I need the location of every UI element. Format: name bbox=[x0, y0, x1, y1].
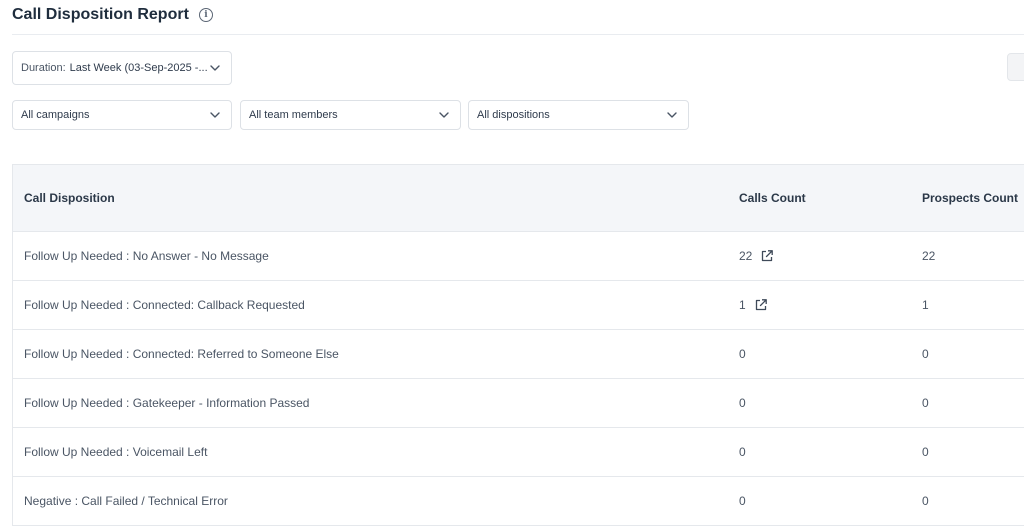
disposition-table: Call Disposition Calls Count Prospects C… bbox=[12, 164, 1024, 526]
table-body: Follow Up Needed : No Answer - No Messag… bbox=[13, 232, 1024, 526]
chevron-down-icon bbox=[209, 62, 221, 74]
table-header: Call Disposition Calls Count Prospects C… bbox=[13, 165, 1024, 232]
row-calls-count: 0 bbox=[739, 445, 746, 459]
row-prospects-count: 1 bbox=[922, 298, 929, 312]
row-calls-cell: 1 bbox=[739, 298, 768, 312]
team-members-dropdown[interactable]: All team members bbox=[240, 100, 461, 130]
row-disposition: Follow Up Needed : Voicemail Left bbox=[24, 445, 208, 459]
table-row: Follow Up Needed : Connected: Referred t… bbox=[13, 330, 1024, 379]
row-calls-count: 0 bbox=[739, 347, 746, 361]
export-button[interactable] bbox=[1007, 53, 1024, 81]
chevron-down-icon bbox=[666, 109, 678, 121]
row-disposition: Follow Up Needed : Gatekeeper - Informat… bbox=[24, 396, 310, 410]
row-prospects-count: 22 bbox=[922, 249, 936, 263]
team-members-value: All team members bbox=[249, 109, 338, 121]
campaigns-value: All campaigns bbox=[21, 109, 90, 121]
row-prospects-count: 0 bbox=[922, 494, 929, 508]
external-link-icon[interactable] bbox=[760, 249, 774, 263]
row-calls-cell: 0 bbox=[739, 347, 746, 361]
info-circle-icon[interactable]: i bbox=[198, 8, 213, 22]
row-calls-count: 1 bbox=[739, 298, 746, 312]
row-calls-cell: 0 bbox=[739, 445, 746, 459]
page-title: Call Disposition Report bbox=[12, 6, 189, 23]
external-link-icon[interactable] bbox=[754, 298, 768, 312]
duration-dropdown[interactable]: Duration: Last Week (03-Sep-2025 -... bbox=[12, 51, 232, 85]
row-calls-count: 0 bbox=[739, 396, 746, 410]
table-row: Follow Up Needed : Gatekeeper - Informat… bbox=[13, 379, 1024, 428]
table-row: Follow Up Needed : Voicemail Left 0 0 bbox=[13, 428, 1024, 477]
row-prospects-count: 0 bbox=[922, 396, 929, 410]
row-disposition: Negative : Call Failed / Technical Error bbox=[24, 494, 228, 508]
row-disposition: Follow Up Needed : Connected: Callback R… bbox=[24, 298, 305, 312]
duration-value: Last Week (03-Sep-2025 -... bbox=[69, 62, 208, 74]
row-calls-count: 22 bbox=[739, 249, 753, 263]
row-calls-cell: 0 bbox=[739, 396, 746, 410]
table-row: Follow Up Needed : No Answer - No Messag… bbox=[13, 232, 1024, 281]
table-row: Follow Up Needed : Connected: Callback R… bbox=[13, 281, 1024, 330]
dispositions-dropdown[interactable]: All dispositions bbox=[468, 100, 689, 130]
page: Call Disposition Report i Duration: Last… bbox=[0, 0, 1024, 529]
table-row: Negative : Call Failed / Technical Error… bbox=[13, 477, 1024, 526]
header-call-disposition: Call Disposition bbox=[24, 191, 115, 205]
header-divider bbox=[12, 34, 1024, 35]
row-calls-cell: 22 bbox=[739, 249, 774, 263]
row-calls-count: 0 bbox=[739, 494, 746, 508]
chevron-down-icon bbox=[438, 109, 450, 121]
dispositions-value: All dispositions bbox=[477, 109, 550, 121]
row-prospects-count: 0 bbox=[922, 445, 929, 459]
chevron-down-icon bbox=[209, 109, 221, 121]
campaigns-dropdown[interactable]: All campaigns bbox=[12, 100, 232, 130]
header-prospects-count: Prospects Count bbox=[922, 191, 1019, 205]
header-calls-count: Calls Count bbox=[739, 191, 806, 205]
page-header: Call Disposition Report i bbox=[12, 4, 213, 26]
row-calls-cell: 0 bbox=[739, 494, 746, 508]
row-disposition: Follow Up Needed : Connected: Referred t… bbox=[24, 347, 339, 361]
row-disposition: Follow Up Needed : No Answer - No Messag… bbox=[24, 249, 269, 263]
duration-label: Duration: bbox=[21, 62, 66, 74]
row-prospects-count: 0 bbox=[922, 347, 929, 361]
